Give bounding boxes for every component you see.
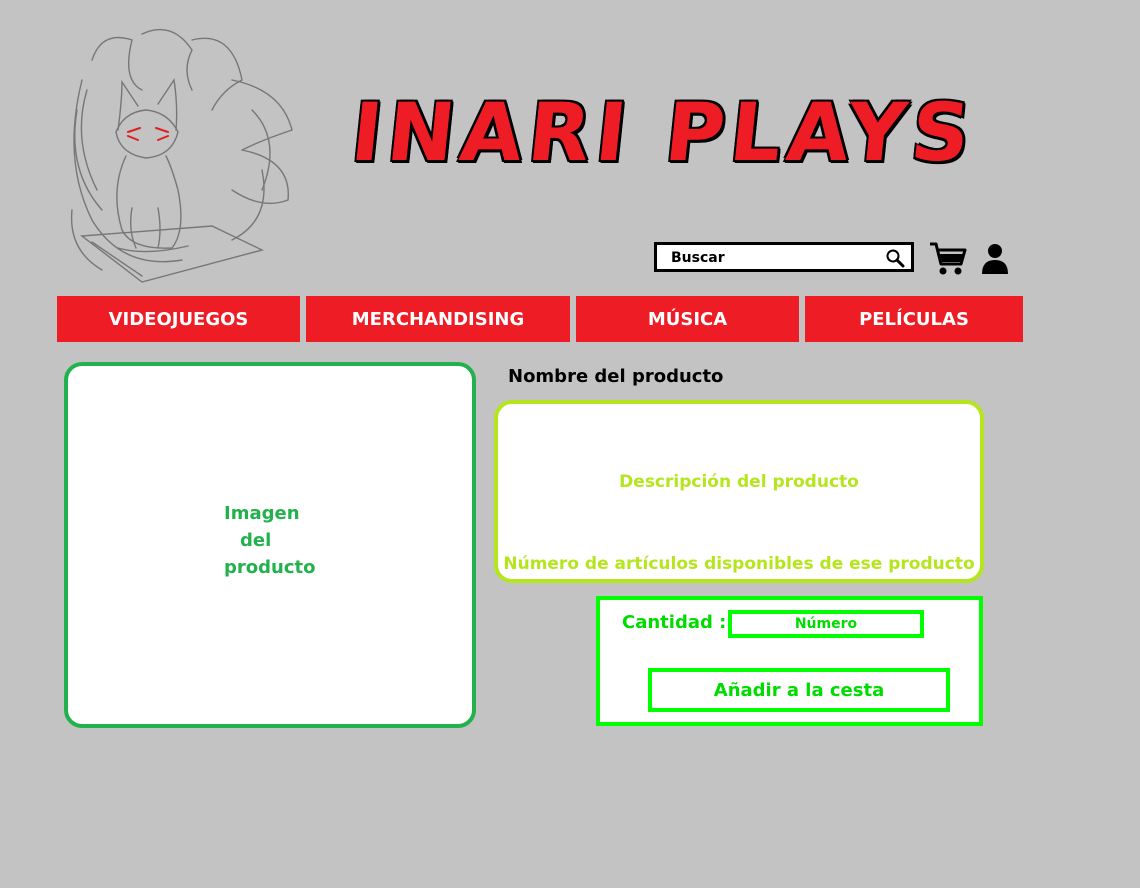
search-input[interactable] <box>671 249 871 267</box>
brand-title: INARI PLAYS <box>347 86 981 179</box>
product-name: Nombre del producto <box>508 366 724 387</box>
product-image: Imagen del producto <box>64 362 476 728</box>
kitsune-logo-icon <box>70 28 293 283</box>
purchase-panel: Cantidad : Añadir a la cesta <box>596 596 983 726</box>
image-label-line: Imagen <box>224 503 300 524</box>
quantity-label: Cantidad : <box>622 612 727 633</box>
nav-merchandising[interactable]: MERCHANDISING <box>306 296 570 342</box>
nav-videojuegos[interactable]: VIDEOJUEGOS <box>57 296 300 342</box>
quantity-input[interactable] <box>728 610 924 638</box>
search-icon[interactable] <box>885 248 905 268</box>
product-description: Descripción del producto <box>619 472 859 492</box>
product-description-panel: Descripción del producto Número de artíc… <box>494 400 984 583</box>
search-box[interactable] <box>654 242 914 272</box>
nav-peliculas[interactable]: PELÍCULAS <box>805 296 1023 342</box>
product-image-placeholder: Imagen del producto <box>224 500 315 581</box>
image-label-line: del <box>240 530 272 551</box>
cart-icon[interactable] <box>928 240 968 278</box>
add-to-cart-button[interactable]: Añadir a la cesta <box>648 668 950 712</box>
product-stock: Número de artículos disponibles de ese p… <box>503 554 975 574</box>
nav-musica[interactable]: MÚSICA <box>576 296 799 342</box>
image-label-line: producto <box>224 557 316 578</box>
user-icon[interactable] <box>980 242 1010 274</box>
